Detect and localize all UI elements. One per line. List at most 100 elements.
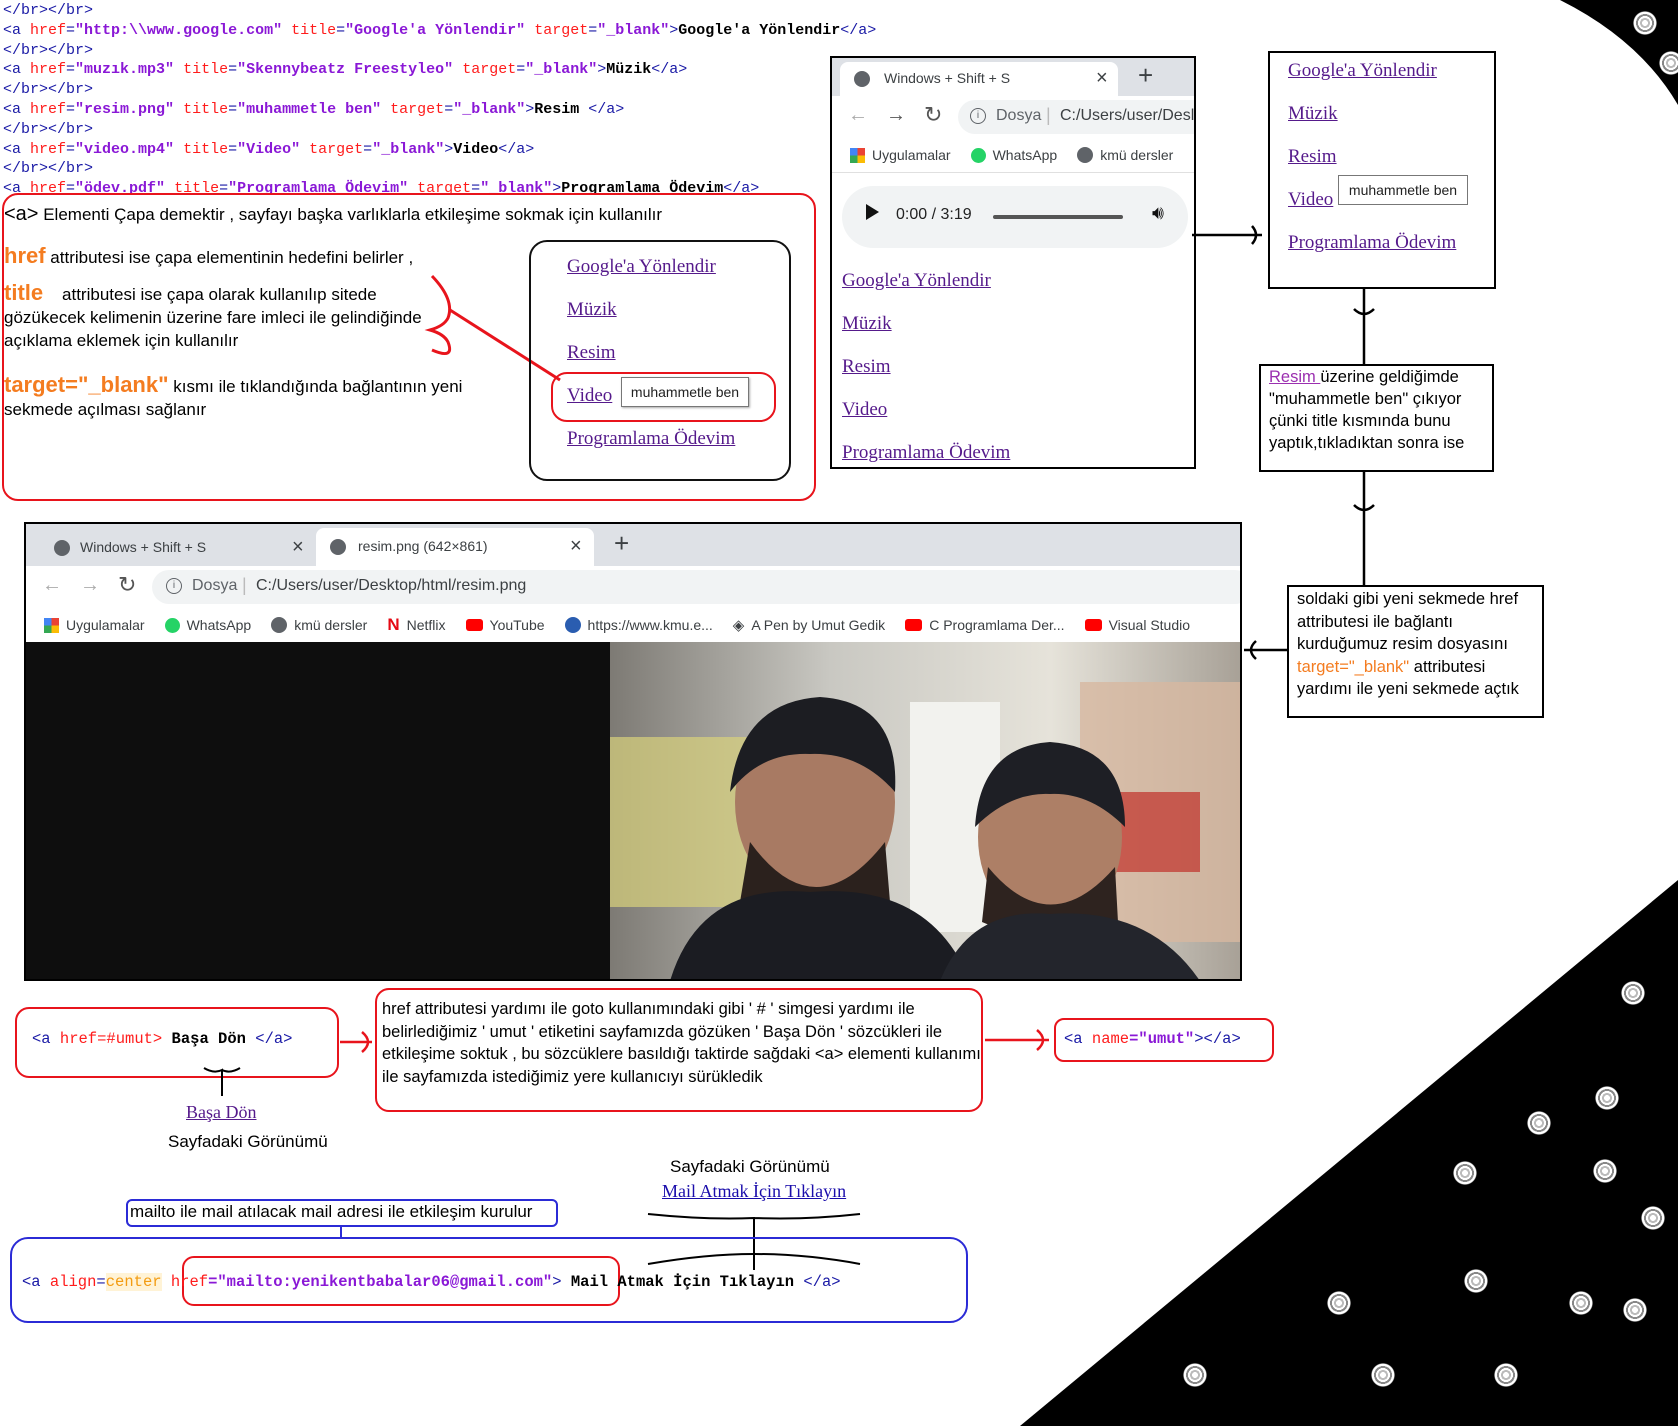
close-tab-icon[interactable]: × [1096,67,1108,90]
bookmarks-bar: Uygulamalar WhatsApp kmü dersler N Netfli… [26,608,1240,642]
tab-1[interactable]: Windows + Shift + S × [40,530,310,566]
mailto-note: mailto ile mail atılacak mail adresi ile… [130,1202,533,1221]
globe-icon [330,539,346,555]
code-token: </br></br> [3,160,94,178]
info-icon: i [166,578,182,594]
code-token: "resim.png" [75,101,175,118]
code-token: title [183,61,229,79]
code-line: <a href="resim.png" title="muhammetle be… [3,101,624,118]
bookmark-codepen[interactable]: ◈ A Pen by Umut Gedik [733,616,885,634]
globe-icon [854,71,870,87]
link-odev[interactable]: Programlama Ödevim [1288,232,1456,254]
link-google[interactable]: Google'a Yönlendir [1288,60,1456,82]
bookmark-kmu[interactable]: kmü dersler [1077,147,1173,163]
sparkle-icon [1620,980,1646,1006]
link-resim[interactable]: Resim [1288,146,1456,168]
arrow-left [1244,640,1288,660]
code-line: </br></br> [3,81,93,98]
close-tab-icon[interactable]: × [570,535,582,558]
bookmark-netflix[interactable]: N Netflix [387,615,445,635]
codepen-icon: ◈ [732,617,745,634]
audio-progress-track[interactable] [993,215,1123,219]
play-icon[interactable] [866,204,879,220]
right-link-list: Google'a Yönlendir Müzik Resim Video Pro… [1288,60,1456,254]
a-desc-text: Elementi Çapa demektir , sayfayı başka v… [43,205,663,224]
bookmark-whatsapp[interactable]: WhatsApp [970,147,1057,163]
close-tab-icon[interactable]: × [292,536,304,559]
volume-icon[interactable]: 🔊︎ [1152,203,1164,225]
sparkle-icon [1592,1158,1618,1184]
code-token: </br></br> [3,81,94,99]
code-token: href [30,140,67,158]
bookmark-youtube[interactable]: YouTube [465,617,545,633]
apps-grid-icon [850,147,865,163]
back-icon[interactable]: ← [42,574,62,597]
address-bar[interactable]: i Dosya | C:/Users/user/Desl [958,100,1194,134]
a-tag-label: <a> [4,203,39,225]
bookmark-kmu[interactable]: kmü dersler [271,617,367,633]
code-token: = [66,140,76,158]
back-icon[interactable]: ← [848,104,868,127]
whatsapp-icon [164,617,180,633]
link-video[interactable]: Video [842,399,1010,421]
new-tab-icon[interactable]: + [614,528,629,559]
link-resim[interactable]: Resim [842,356,1010,378]
code-token: = [228,61,238,79]
tab-2-active[interactable]: resim.png (642×861) × [316,528,594,566]
basa-don-link[interactable]: Başa Dön [186,1102,257,1123]
code-token: </br></br> [3,41,94,59]
whatsapp-icon [970,147,986,163]
code-token: "muzık.mp3" [75,61,175,79]
tab-strip: Windows + Shift + S × resim.png (642×861… [26,524,1240,566]
arrow-right [1192,225,1262,245]
code-token: </br></br> [3,2,94,19]
link-google[interactable]: Google'a Yönlendir [842,270,1010,292]
code-line: <a href="muzık.mp3" title="Skennybeatz F… [3,61,687,78]
code-token: title [291,21,337,39]
youtube-icon [905,619,923,631]
bookmark-apps[interactable]: Uygulamalar [44,617,145,633]
info-icon: i [970,108,986,124]
tooltip: muhammetle ben [621,377,749,407]
code-token: </a> [498,140,535,158]
link-google[interactable]: Google'a Yönlendir [567,256,735,278]
reload-icon[interactable]: ↻ [924,102,942,128]
address-bar[interactable]: i Dosya | C:/Users/user/Desktop/html/res… [152,570,1240,604]
code-token: > [597,61,607,79]
mail-link[interactable]: Mail Atmak İçin Tıklayın [662,1181,846,1202]
forward-icon[interactable]: → [886,104,906,127]
code-token: href [30,21,67,39]
code-token: = [228,101,238,118]
bookmark-whatsapp[interactable]: WhatsApp [164,617,251,633]
new-tab-icon[interactable]: + [1138,60,1153,91]
reload-icon[interactable]: ↻ [118,572,136,598]
bookmark-c-programlama[interactable]: C Programlama Der... [905,617,1065,633]
anchor-explain-text: href attributesi yardımı ile goto kullan… [382,1000,981,1086]
code-token: Müzik [606,61,652,79]
code-token: = [516,61,526,79]
code-line: <a href="video.mp4" title="Video" target… [3,141,534,158]
link-odev[interactable]: Programlama Ödevim [842,442,1010,464]
link-muzik[interactable]: Müzik [567,299,735,321]
link-muzik[interactable]: Müzik [842,313,1010,335]
tab-active[interactable]: Windows + Shift + S × [840,62,1118,96]
code-token: Video [453,140,499,158]
forward-icon[interactable]: → [80,574,100,597]
bookmark-apps[interactable]: Uygulamalar [850,147,951,163]
sparkle-icon [1658,50,1678,76]
link-resim[interactable]: Resim [567,342,735,364]
arrow-down-2 [1353,472,1375,592]
bookmark-visual-studio[interactable]: Visual Studio [1084,617,1190,633]
code-token: target [462,61,517,79]
link-odev[interactable]: Programlama Ödevim [567,428,735,450]
arrow-right-red [340,1031,372,1053]
link-muzik[interactable]: Müzik [1288,103,1456,125]
bookmark-kmu-site[interactable]: https://www.kmu.e... [564,617,713,633]
youtube-icon [1084,619,1102,631]
brace-down [203,1067,241,1096]
audio-player[interactable]: 0:00 / 3:19 🔊︎ [842,186,1188,248]
sparkle-icon [1463,1268,1489,1294]
